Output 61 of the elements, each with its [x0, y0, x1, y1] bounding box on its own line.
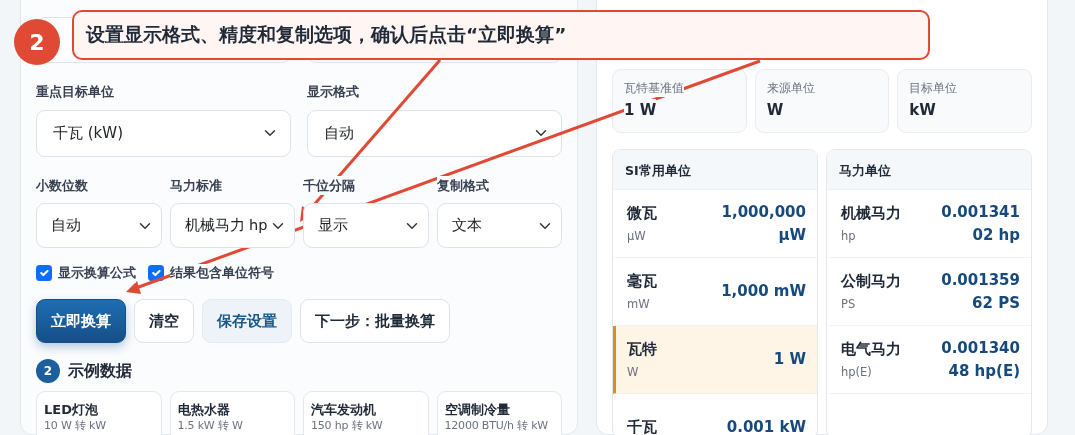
action-button[interactable]: 下一步：批量换算 [300, 298, 450, 343]
unit-symbol: PS [841, 296, 857, 314]
unit-symbol: µW [627, 228, 647, 246]
example-title: 电热水器 [177, 400, 231, 419]
unit-name: 电气马力 [841, 338, 901, 360]
checkbox[interactable] [148, 265, 164, 282]
unit-symbol: mW [627, 296, 651, 314]
action-button[interactable]: 清空 [134, 298, 194, 343]
unit-name: 公制马力 [841, 270, 901, 292]
dropdown[interactable]: 机械马力 hp [169, 203, 295, 248]
example-title: 汽车发动机 [311, 400, 377, 419]
action-button[interactable]: 立即换算 [36, 298, 126, 343]
panel-header: SI常用单位 [613, 150, 817, 190]
unit-row[interactable]: 公制马力 PS 0.00135962 PS [827, 258, 1031, 326]
unit-name: 瓦特 [627, 338, 657, 360]
dropdown[interactable]: 千瓦 (kW) [36, 109, 291, 157]
unit-value: 0.00134048 hp(E) [940, 338, 1020, 382]
example-subtitle: 150 hp 转 kW [311, 419, 384, 434]
unit-row[interactable]: 千瓦 0.001 kW [613, 394, 817, 435]
field-label: 千位分隔 [303, 175, 355, 195]
dropdown[interactable]: 自动 [307, 109, 562, 157]
dropdown[interactable]: 自动 [36, 203, 162, 248]
section-title: 示例数据 [68, 359, 132, 382]
unit-value: 0.00135962 PS [940, 270, 1020, 314]
unit-row[interactable]: 电气马力 hp(E) 0.00134048 hp(E) [827, 326, 1031, 394]
unit-value: 1,000 mW [721, 281, 806, 303]
unit-value: 0.001 kW [726, 417, 806, 435]
dropdown[interactable]: 文本 [436, 203, 562, 248]
unit-symbol: hp(E) [841, 364, 873, 382]
unit-symbol: W [627, 364, 640, 382]
summary-label: 瓦特基准值 [624, 80, 684, 98]
unit-name: 微瓦 [627, 202, 657, 224]
unit-name: 毫瓦 [627, 270, 657, 292]
unit-value: 0.00134102 hp [940, 202, 1020, 246]
save-button[interactable]: 保存设置 [202, 298, 292, 343]
unit-value: 1,000,000 µW [720, 202, 806, 246]
panel-header: 马力单位 [827, 150, 1031, 190]
guide-tooltip: 设置显示格式、精度和复制选项，确认后点击“立即换算” [72, 10, 930, 60]
unit-row[interactable]: 机械马力 hp 0.00134102 hp [827, 190, 1031, 258]
unit-name: 千瓦 [627, 417, 657, 435]
example-title: 空调制冷量 [444, 400, 511, 419]
unit-row[interactable]: 瓦特 W 1 W [613, 326, 817, 394]
step-badge: 2 [36, 358, 60, 383]
checkbox-label: 结果包含单位符号 [170, 264, 274, 283]
example-subtitle: 1.5 kW 转 W [177, 419, 244, 434]
field-label: 重点目标单位 [36, 82, 114, 102]
unit-name: 机械马力 [841, 202, 901, 224]
unit-value: 1 W [773, 349, 806, 371]
field-label: 复制格式 [436, 175, 489, 195]
checkbox-label: 显示换算公式 [58, 264, 136, 283]
example-subtitle: 10 W 转 kW [44, 419, 107, 434]
dropdown[interactable]: 显示 [303, 203, 429, 248]
checkbox[interactable] [36, 265, 52, 282]
example-card[interactable]: 电热水器 1.5 kW 转 W [169, 390, 295, 435]
unit-symbol: hp [841, 228, 857, 246]
example-subtitle: 12000 BTU/h 转 kW [444, 419, 550, 434]
unit-row[interactable]: 微瓦 µW 1,000,000 µW [613, 190, 817, 258]
example-card[interactable]: 空调制冷量 12000 BTU/h 转 kW [436, 390, 562, 435]
example-title: LED灯泡 [44, 400, 99, 419]
example-card[interactable]: LED灯泡 10 W 转 kW [36, 390, 162, 435]
example-card[interactable]: 汽车发动机 150 hp 转 kW [303, 390, 429, 435]
